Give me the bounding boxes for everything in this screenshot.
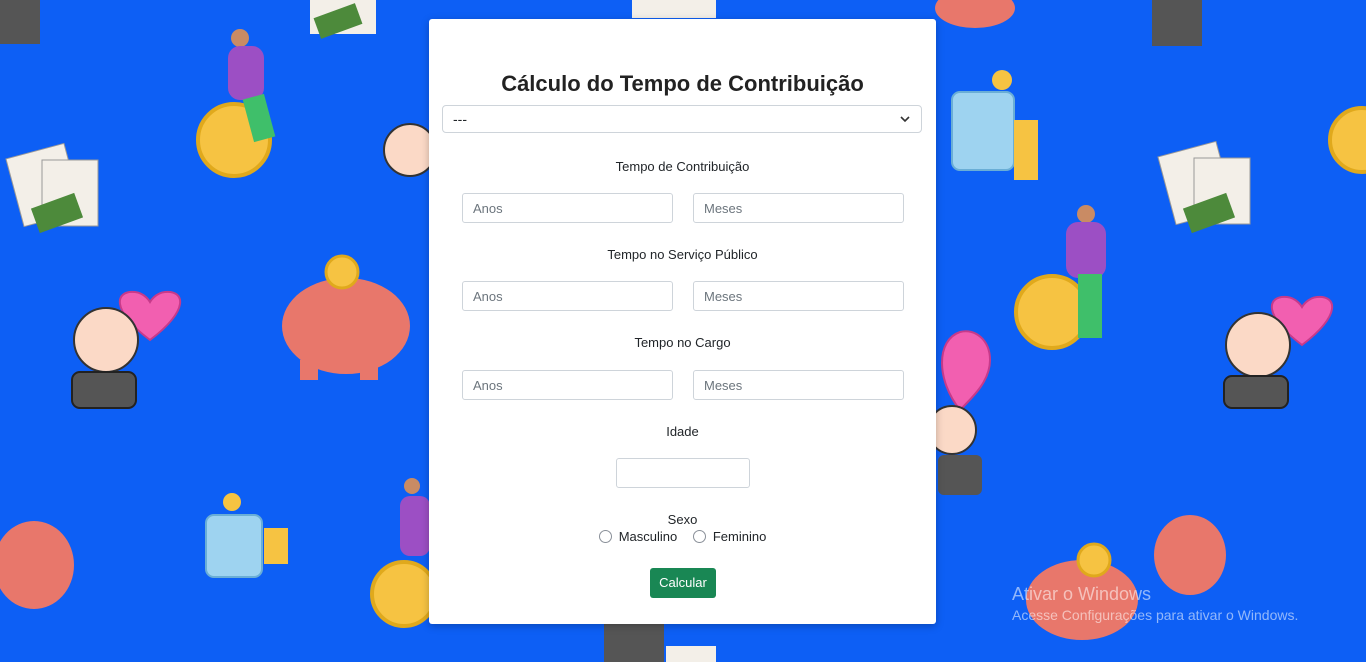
category-select[interactable]: --- [442,105,922,133]
heart-balloon-icon [941,330,992,412]
radio-feminino[interactable]: Feminino [692,529,767,544]
document-money-icon [1157,140,1251,234]
radio-circle[interactable] [598,530,612,543]
public-service-time-label: Tempo no Serviço Público [607,247,758,262]
calculate-button[interactable]: Calcular [650,568,716,598]
radio-label-feminino: Feminino [712,529,767,544]
document-money-icon [5,142,99,234]
person-walking-icon [400,478,430,556]
watermark-subtitle: Acesse Configurações para ativar o Windo… [1012,607,1299,623]
watermark-title: Ativar o Windows [1012,584,1152,604]
piggy-bank-icon [1154,515,1226,595]
radio-masculino[interactable]: Masculino [598,529,678,544]
position-time-label: Tempo no Cargo [634,335,731,350]
public-service-years-input[interactable] [462,281,673,311]
public-service-months-input[interactable] [693,281,904,311]
age-label: Idade [666,424,699,439]
piggy-bank-icon [0,521,74,609]
radio-label-masculino: Masculino [618,529,678,544]
coin-icon [1328,106,1366,174]
chevron-down-icon [900,116,910,123]
position-years-input[interactable] [462,370,673,400]
contribution-time-label: Tempo de Contribuição [615,159,750,174]
sex-label: Sexo [667,512,698,527]
age-input[interactable] [616,458,750,488]
piggy-bank-icon [935,0,1015,28]
grandpa-icon [71,307,139,409]
position-months-input[interactable] [693,370,904,400]
radio-circle[interactable] [692,530,706,543]
coin-icon [1014,274,1090,350]
contribution-months-input[interactable] [693,193,904,223]
coin-icon [370,560,438,628]
sex-radio-group: Masculino Feminino [429,529,936,546]
grandpa-icon [927,405,982,495]
contribution-years-input[interactable] [462,193,673,223]
grandpa-icon [1223,312,1291,409]
page-title: Cálculo do Tempo de Contribuição [501,71,864,96]
coin-jar-icon [205,493,288,578]
windows-activation-watermark: Ativar o Windows Acesse Configurações pa… [1012,584,1298,623]
select-value: --- [453,111,467,127]
piggy-bank-icon [282,254,410,380]
calculator-card: Cálculo do Tempo de Contribuição --- Tem… [429,19,936,624]
coin-jar-icon [951,70,1038,180]
document-money-icon [310,0,376,39]
